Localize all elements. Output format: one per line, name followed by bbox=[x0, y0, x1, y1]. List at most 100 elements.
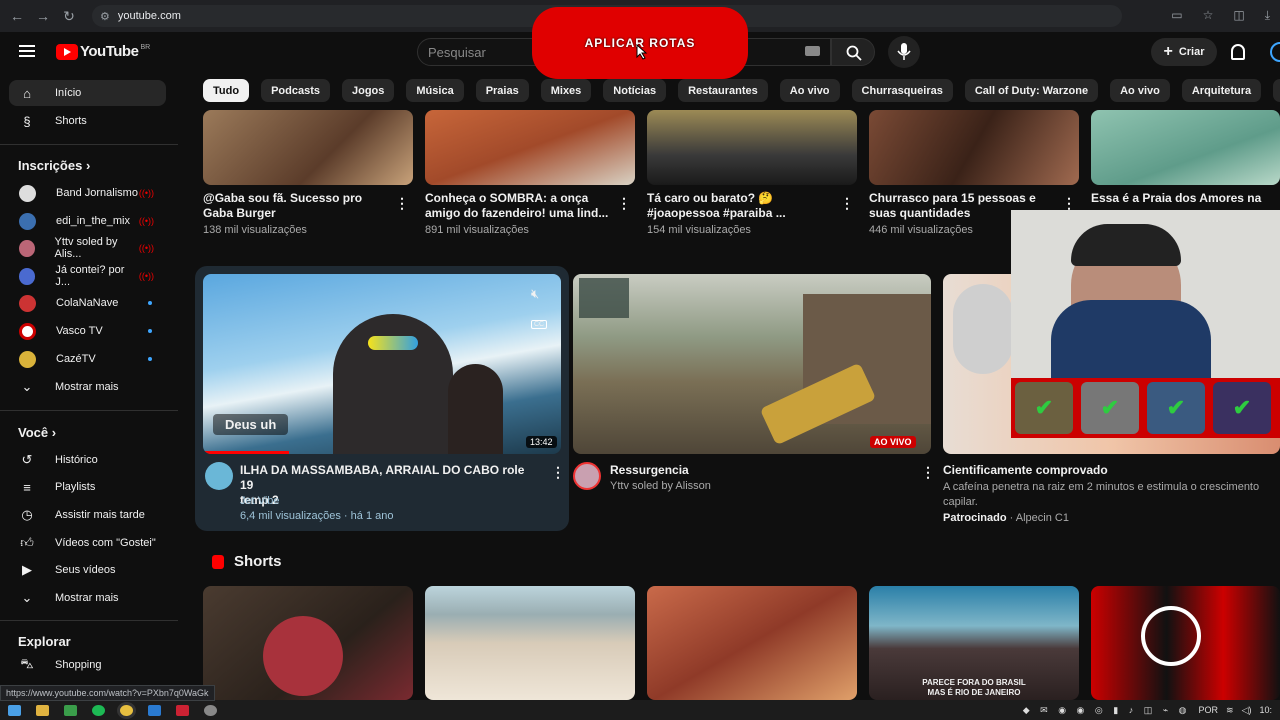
more-options-icon[interactable]: ⋮ bbox=[617, 195, 631, 212]
sidebar-sub-edi[interactable]: edi_in_the_mix ((•)) bbox=[9, 208, 166, 234]
sidebar-show-more-you[interactable]: ⌄ Mostrar mais bbox=[9, 585, 166, 611]
extensions-icon[interactable]: ◫ bbox=[1233, 8, 1244, 23]
sidebar-item-label: Shopping bbox=[55, 659, 102, 671]
video-title[interactable]: ILHA DA MASSAMBABA, ARRAIAL DO CABO role… bbox=[240, 463, 540, 508]
file-explorer-icon[interactable] bbox=[36, 704, 49, 716]
live-icon: ((•)) bbox=[138, 188, 154, 198]
chip[interactable]: Ao vivo bbox=[1110, 79, 1170, 102]
chip[interactable]: Call of Duty: Warzone bbox=[964, 79, 1099, 102]
more-options-icon[interactable]: ⋮ bbox=[840, 195, 854, 212]
app-icon[interactable] bbox=[148, 704, 161, 716]
video-thumbnail[interactable] bbox=[869, 110, 1079, 185]
app-icon[interactable] bbox=[64, 704, 77, 716]
video-preview[interactable]: Deus uh 🔇︎ CC 13:42 bbox=[203, 274, 561, 454]
windows-start-icon[interactable] bbox=[8, 704, 21, 716]
short-thumbnail[interactable] bbox=[425, 586, 635, 700]
subscriptions-heading[interactable]: Inscrições › bbox=[18, 158, 90, 173]
sidebar-sub-cazetv[interactable]: CazéTV bbox=[9, 346, 166, 372]
bookmark-star-icon[interactable]: ☆ bbox=[1203, 8, 1214, 23]
sidebar-sub-colananave[interactable]: ColaNaNave bbox=[9, 290, 166, 316]
spotify-icon[interactable] bbox=[92, 704, 105, 716]
chip[interactable]: Podcasts bbox=[261, 79, 330, 102]
sidebar-item-history[interactable]: ↺ Histórico bbox=[9, 447, 166, 473]
clock[interactable]: 10: bbox=[1259, 705, 1272, 715]
more-options-icon[interactable]: ⋮ bbox=[921, 464, 935, 481]
chip[interactable]: Restaurantes bbox=[678, 79, 768, 102]
sidebar-item-watch-later[interactable]: ◷ Assistir mais tarde bbox=[9, 502, 166, 528]
video-title[interactable]: @Gaba sou fã. Sucesso pro Gaba Burger bbox=[203, 191, 383, 221]
you-heading[interactable]: Você › bbox=[18, 425, 56, 440]
account-avatar[interactable] bbox=[1270, 42, 1280, 62]
tray-icons[interactable]: ◆ ✉ ◉ ◉ ◎ ▮ ♪ ◫ ⌁ ◍ bbox=[1023, 705, 1191, 716]
short-thumbnail[interactable]: PARECE FORA DO BRASIL MAS É RIO DE JANEIR… bbox=[869, 586, 1079, 700]
wifi-icon[interactable]: ≋ bbox=[1226, 705, 1234, 716]
channel-avatar[interactable] bbox=[573, 462, 601, 490]
chip[interactable]: Praias bbox=[475, 79, 529, 102]
video-title[interactable]: Tá caro ou barato? 🤔 #joaopessoa #paraiba… bbox=[647, 191, 832, 221]
video-thumbnail[interactable] bbox=[647, 110, 857, 185]
channel-avatar bbox=[19, 184, 36, 202]
reload-icon[interactable]: ↻ bbox=[56, 8, 82, 25]
channel-name[interactable]: Yttv soled by Alisson bbox=[610, 479, 711, 494]
site-info-icon[interactable]: ⚙ bbox=[100, 10, 110, 23]
more-options-icon[interactable]: ⋮ bbox=[551, 464, 565, 481]
chip[interactable]: Churrasqueiras bbox=[851, 79, 953, 102]
mute-icon[interactable]: 🔇︎ bbox=[531, 286, 539, 302]
download-icon[interactable]: ⤓ bbox=[1265, 8, 1270, 23]
sidebar-item-playlists[interactable]: ≡ Playlists bbox=[9, 474, 166, 500]
sidebar-item-shorts[interactable]: § Shorts bbox=[9, 108, 166, 134]
chip[interactable]: Samba bbox=[1273, 79, 1280, 102]
short-thumbnail[interactable] bbox=[1091, 586, 1280, 700]
more-options-icon[interactable]: ⋮ bbox=[395, 195, 409, 212]
sidebar-item-your-videos[interactable]: ▶ Seus vídeos bbox=[9, 557, 166, 583]
volume-icon[interactable]: ◁) bbox=[1242, 705, 1252, 716]
keyboard-icon[interactable] bbox=[805, 46, 820, 56]
voice-search-button[interactable] bbox=[888, 36, 920, 68]
chip[interactable]: Jogos bbox=[341, 79, 395, 102]
captions-icon[interactable]: CC bbox=[531, 320, 548, 329]
video-thumbnail[interactable] bbox=[425, 110, 635, 185]
short-thumbnail[interactable] bbox=[203, 586, 413, 700]
menu-icon[interactable] bbox=[19, 45, 35, 57]
video-thumbnail[interactable] bbox=[203, 110, 413, 185]
video-title[interactable]: Essa é a Praia dos Amores na bbox=[1091, 191, 1276, 206]
video-views: 891 mil visualizações bbox=[425, 224, 529, 236]
apply-routes-overlay[interactable]: APLICAR ROTAS bbox=[532, 7, 748, 79]
sidebar-item-shopping[interactable]: ⛍ Shopping bbox=[9, 652, 166, 678]
minimap bbox=[579, 278, 629, 318]
app-icon[interactable] bbox=[176, 704, 189, 716]
ad-title[interactable]: Cientificamente comprovado bbox=[943, 463, 1108, 478]
create-button[interactable]: + Criar bbox=[1151, 38, 1217, 66]
forward-icon[interactable]: → bbox=[30, 8, 56, 24]
language-indicator[interactable]: POR bbox=[1199, 705, 1219, 715]
back-icon[interactable]: ← bbox=[4, 8, 30, 24]
video-thumbnail[interactable] bbox=[1091, 110, 1280, 185]
channel-name[interactable]: Jet Vibe bbox=[240, 494, 280, 509]
video-thumbnail[interactable]: AO VIVO bbox=[573, 274, 931, 454]
chip[interactable]: Arquitetura bbox=[1181, 79, 1262, 102]
short-thumbnail[interactable] bbox=[647, 586, 857, 700]
sidebar-sub-band[interactable]: Band Jornalismo ((•)) bbox=[9, 180, 166, 206]
sidebar-sub-jacontei[interactable]: Já contei? por J... ((•)) bbox=[9, 263, 166, 289]
progress-bar[interactable] bbox=[203, 451, 289, 454]
sidebar-item-liked[interactable]: 👍︎ Vídeos com "Gostei" bbox=[9, 530, 166, 556]
chip[interactable]: Música bbox=[406, 79, 464, 102]
chip[interactable]: Tudo bbox=[203, 79, 250, 102]
sidebar-sub-yttv[interactable]: Yttv soled by Alis... ((•)) bbox=[9, 235, 166, 261]
chip[interactable]: Notícias bbox=[603, 79, 667, 102]
notifications-bell-icon[interactable] bbox=[1231, 44, 1245, 60]
cast-icon[interactable]: ▭ bbox=[1171, 8, 1182, 23]
chip[interactable]: Mixes bbox=[540, 79, 592, 102]
youtube-logo[interactable]: YouTube BR bbox=[56, 43, 150, 60]
sidebar-item-label: Mostrar mais bbox=[55, 381, 119, 393]
sidebar-item-home[interactable]: ⌂ Início bbox=[9, 80, 166, 106]
app-icon[interactable] bbox=[204, 704, 217, 716]
channel-avatar[interactable] bbox=[205, 462, 233, 490]
sidebar-sub-vasco[interactable]: Vasco TV bbox=[9, 318, 166, 344]
chrome-icon[interactable] bbox=[120, 704, 133, 716]
chip[interactable]: Ao vivo bbox=[779, 79, 840, 102]
video-title[interactable]: Conheça o SOMBRA: a onça amigo do fazende… bbox=[425, 191, 610, 221]
search-button[interactable] bbox=[831, 38, 875, 66]
sidebar-show-more-subs[interactable]: ⌄ Mostrar mais bbox=[9, 374, 166, 400]
video-title[interactable]: Ressurgencia bbox=[610, 463, 689, 478]
